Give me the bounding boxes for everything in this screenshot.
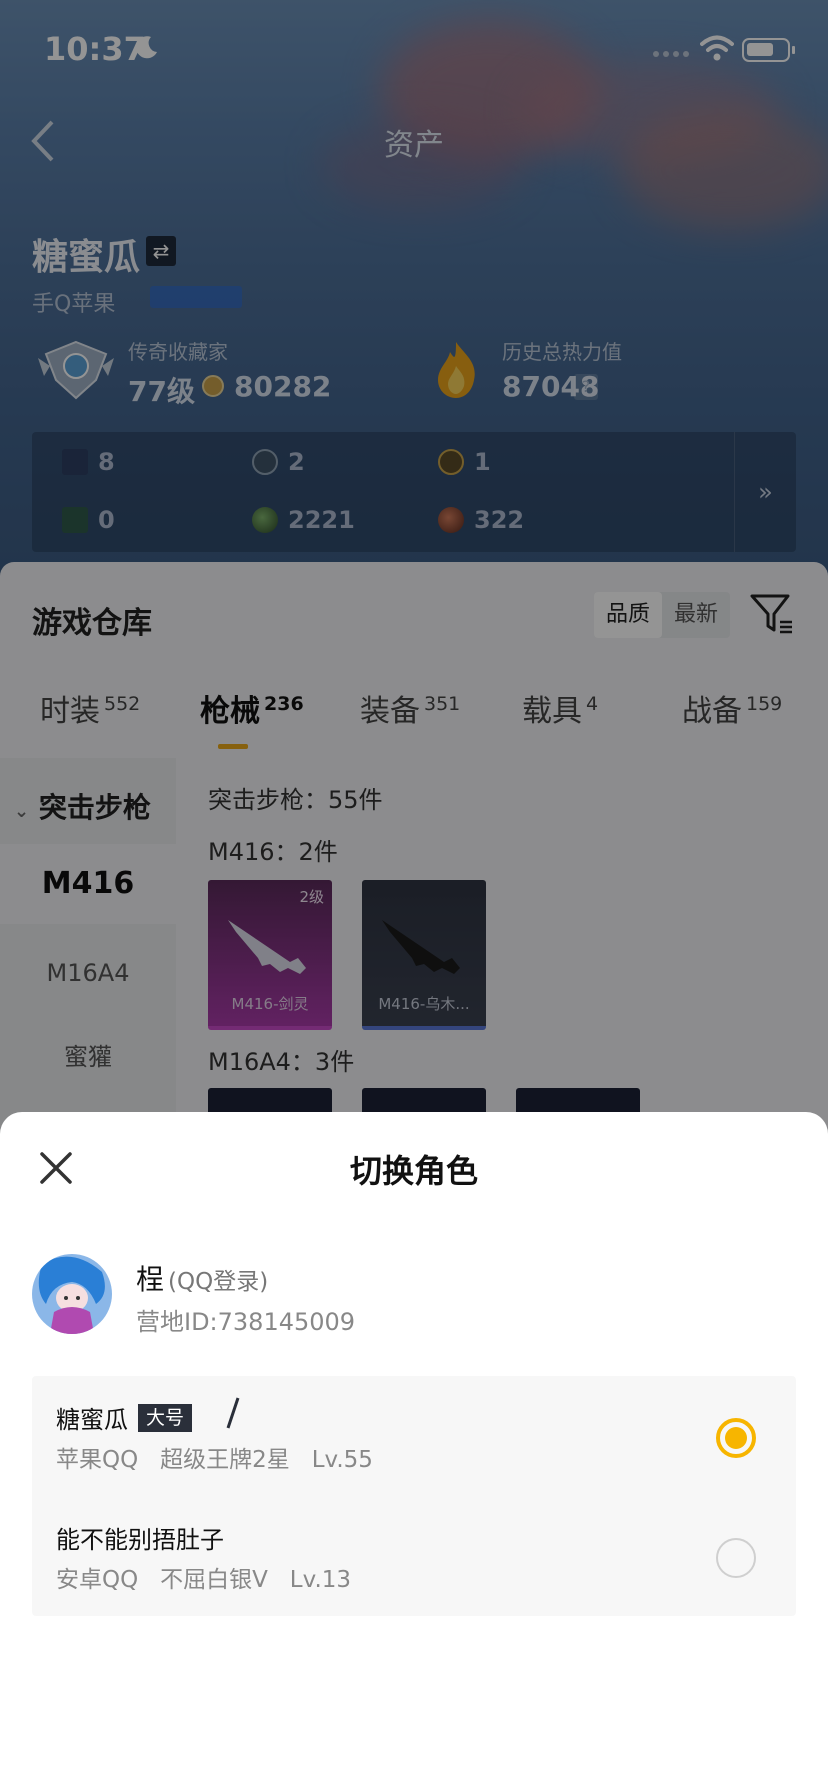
role-radio-unselected[interactable] <box>716 1538 756 1578</box>
avatar <box>32 1254 112 1334</box>
role-detail: 苹果QQ 超级王牌2星 Lv.55 <box>56 1447 373 1473</box>
switch-role-sheet: 切换角色 桯 (QQ登录) 营地ID:738145009 糖蜜瓜 大号 苹果QQ … <box>0 1112 828 1792</box>
badge-slash-decoration <box>226 1397 240 1429</box>
role-detail: 安卓QQ 不屈白银V Lv.13 <box>56 1567 352 1593</box>
role-item[interactable]: 糖蜜瓜 大号 苹果QQ 超级王牌2星 Lv.55 <box>32 1376 796 1496</box>
role-radio-selected[interactable] <box>716 1418 756 1458</box>
sheet-title: 切换角色 <box>349 1152 478 1190</box>
role-item[interactable]: 能不能别捂肚子 安卓QQ 不屈白银V Lv.13 <box>32 1496 796 1616</box>
role-name-row: 能不能别捂肚子 <box>56 1520 224 1555</box>
main-account-badge: 大号 <box>138 1403 193 1432</box>
role-name-row: 糖蜜瓜 大号 <box>56 1400 193 1435</box>
user-nickname: 桯 <box>136 1263 165 1296</box>
role-list: 糖蜜瓜 大号 苹果QQ 超级王牌2星 Lv.55 能不能别捂肚子 安卓QQ 不屈… <box>32 1376 796 1616</box>
camp-id: 营地ID:738145009 <box>136 1308 356 1336</box>
login-type: (QQ登录) <box>168 1269 269 1295</box>
role-name: 能不能别捂肚子 <box>56 1526 224 1554</box>
user-name: 桯 (QQ登录) <box>136 1258 268 1298</box>
role-name: 糖蜜瓜 <box>56 1406 128 1434</box>
